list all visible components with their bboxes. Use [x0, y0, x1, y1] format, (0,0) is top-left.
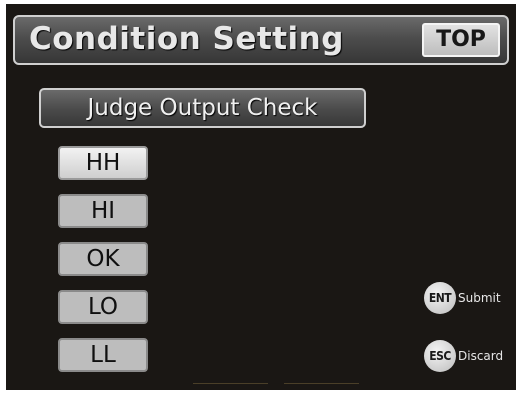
- judge-item-hh[interactable]: HH: [58, 146, 148, 180]
- ent-key-icon: ENT: [424, 282, 456, 314]
- judge-item-ll[interactable]: LL: [58, 338, 148, 372]
- device-screen: Condition Setting TOP Judge Output Check…: [6, 4, 516, 390]
- discard-label: Discard: [458, 349, 504, 363]
- submit-key[interactable]: ENT Submit: [424, 281, 501, 315]
- judge-item-hi[interactable]: HI: [58, 194, 148, 228]
- judge-item-lo[interactable]: LO: [58, 290, 148, 324]
- top-button[interactable]: TOP: [422, 23, 500, 57]
- esc-key-icon: ESC: [424, 340, 456, 372]
- judge-item-ok[interactable]: OK: [58, 242, 148, 276]
- title-bar: Condition Setting TOP: [13, 15, 509, 65]
- discard-key[interactable]: ESC Discard: [424, 339, 503, 373]
- bottom-divider-right: [284, 383, 359, 384]
- judge-output-check-button[interactable]: Judge Output Check: [39, 88, 366, 128]
- submit-label: Submit: [458, 291, 501, 305]
- bottom-divider-left: [193, 383, 268, 384]
- page-title: Condition Setting: [29, 21, 344, 57]
